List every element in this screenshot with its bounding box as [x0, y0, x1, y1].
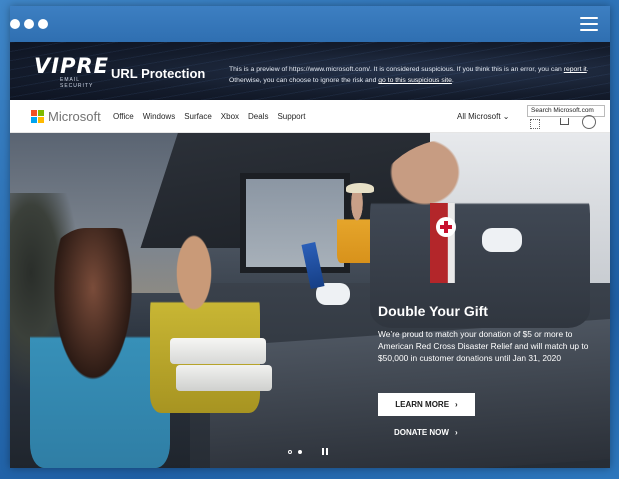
window-dot	[38, 19, 48, 29]
browser-window: VIPRE EMAIL SECURITY URL Protection This…	[10, 6, 610, 468]
vipre-banner: VIPRE EMAIL SECURITY URL Protection This…	[10, 42, 610, 100]
user-account-icon[interactable]	[582, 115, 596, 129]
all-microsoft-menu[interactable]: All Microsoft ⌄	[457, 112, 510, 121]
nav-link-surface[interactable]: Surface	[184, 112, 212, 121]
hero-image-woman	[30, 228, 170, 468]
search-icon[interactable]	[530, 119, 540, 129]
chevron-down-icon: ⌄	[502, 112, 510, 121]
vipre-title: URL Protection	[111, 66, 206, 81]
red-cross-icon	[436, 217, 456, 237]
microsoft-brand[interactable]: Microsoft	[48, 109, 101, 124]
hero-image-food-container	[170, 338, 266, 364]
window-dots-icon	[10, 19, 48, 29]
hero-description: We’re proud to match your donation of $5…	[378, 329, 589, 363]
vipre-logo-subtext: EMAIL SECURITY	[60, 77, 94, 89]
donate-now-button[interactable]: DONATE NOW ›	[394, 425, 458, 439]
hero-image-hat	[346, 183, 374, 193]
report-it-link[interactable]: report it	[564, 66, 587, 73]
learn-more-button[interactable]: LEARN MORE ›	[378, 393, 475, 416]
vipre-logo-text: VIPRE	[34, 54, 109, 78]
vipre-warning-message: This is a preview of https://www.microso…	[229, 64, 607, 86]
hero-image-food-container	[176, 365, 272, 391]
go-to-site-link[interactable]: go to this suspicious site	[378, 77, 452, 84]
hero-image-glove	[482, 228, 522, 252]
donate-now-label: DONATE NOW	[394, 427, 449, 437]
learn-more-label: LEARN MORE	[395, 400, 450, 409]
nav-link-office[interactable]: Office	[113, 112, 134, 121]
cart-icon[interactable]	[560, 118, 569, 125]
hamburger-menu-icon[interactable]	[580, 17, 598, 31]
hero-image-truck-window	[240, 173, 350, 273]
nav-link-windows[interactable]: Windows	[143, 112, 175, 121]
all-microsoft-label: All Microsoft	[457, 112, 501, 121]
microsoft-logo-icon[interactable]	[31, 110, 44, 123]
hero-banner: Double Your Gift We’re proud to match yo…	[10, 133, 610, 468]
pause-icon[interactable]	[322, 448, 328, 455]
chevron-right-icon: ›	[455, 400, 458, 409]
nav-link-deals[interactable]: Deals	[248, 112, 268, 121]
hero-text-block: Double Your Gift We’re proud to match yo…	[378, 303, 598, 364]
nav-link-support[interactable]: Support	[277, 112, 305, 121]
microsoft-page-preview: Microsoft Office Windows Surface Xbox De…	[10, 100, 610, 468]
chevron-right-icon: ›	[454, 427, 458, 437]
carousel-dot-active[interactable]	[298, 449, 302, 454]
warning-text: This is a preview of https://www.microso…	[229, 66, 564, 73]
carousel-dot[interactable]	[288, 449, 292, 454]
window-titlebar	[10, 6, 610, 42]
vipre-logo: VIPRE EMAIL SECURITY	[34, 54, 112, 90]
microsoft-nav-links: Office Windows Surface Xbox Deals Suppor…	[113, 112, 306, 121]
nav-link-xbox[interactable]: Xbox	[221, 112, 239, 121]
search-tooltip: Search Microsoft.com	[527, 105, 605, 117]
window-dot	[10, 19, 20, 29]
microsoft-nav-bar: Microsoft Office Windows Surface Xbox De…	[10, 100, 610, 133]
warning-text: .	[451, 77, 454, 84]
carousel-controls	[288, 448, 328, 455]
hero-title: Double Your Gift	[378, 303, 488, 319]
window-dot	[24, 19, 34, 29]
